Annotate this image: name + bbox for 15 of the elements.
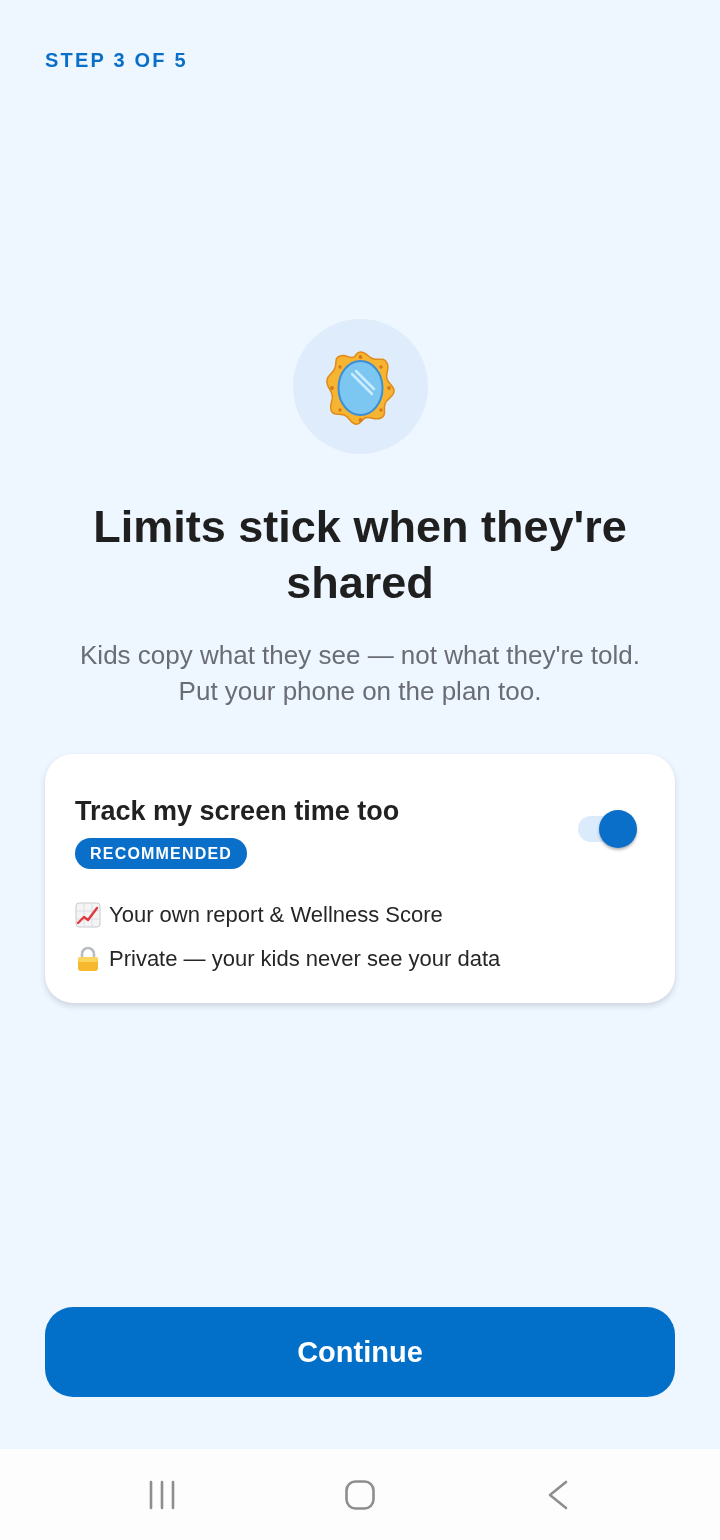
option-title: Track my screen time too: [75, 795, 400, 828]
home-icon: [345, 1479, 375, 1510]
recommended-badge: RECOMMENDED: [75, 838, 248, 869]
back-icon: [548, 1479, 568, 1510]
mirror-icon: [292, 319, 428, 454]
screen-title: Limits stick when they're shared: [92, 500, 628, 610]
padlock-icon: [75, 946, 101, 972]
step-indicator: STEP 3 OF 5: [45, 48, 188, 72]
recent-apps-icon: [147, 1479, 177, 1510]
continue-button[interactable]: Continue: [45, 1307, 675, 1397]
benefit-text: Private — your kids never see your data: [109, 946, 501, 972]
screen-subtitle: Kids copy what they see — not what they're told. Put your phone on the plan too.: [79, 639, 641, 708]
toggle-switch[interactable]: [578, 809, 638, 849]
rising-chart-icon: [75, 902, 101, 928]
benefit-text: Your own report & Wellness Score: [109, 902, 443, 928]
